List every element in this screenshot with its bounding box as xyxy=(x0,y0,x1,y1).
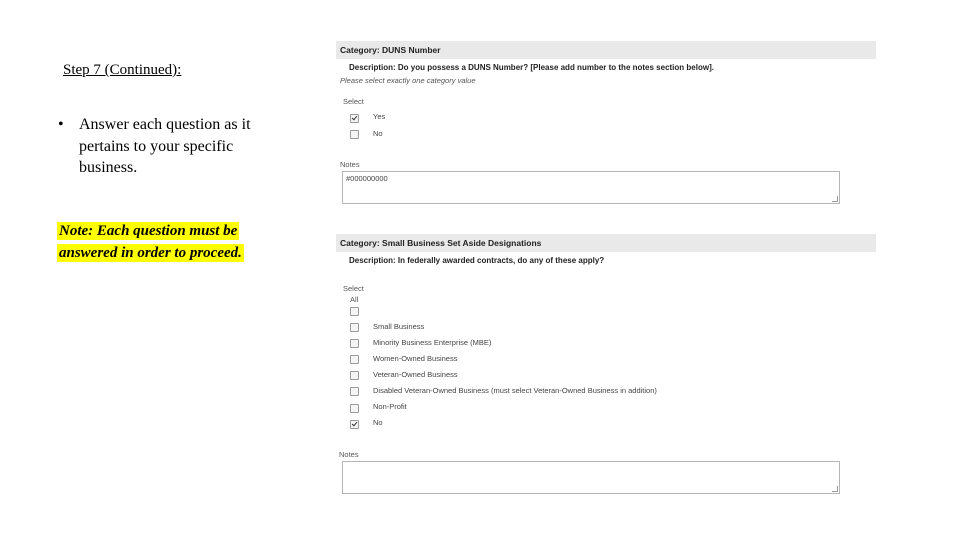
bullet-text: Answer each question as it pertains to y… xyxy=(79,116,251,176)
note-text: Note: Each question must be answered in … xyxy=(57,222,244,262)
sb-select-label: Select xyxy=(343,284,364,293)
duns-category-bar: Category: DUNS Number xyxy=(336,41,876,59)
bullet-marker: • xyxy=(58,116,64,133)
sb-non-profit-label: Non-Profit xyxy=(373,402,407,411)
duns-select-label: Select xyxy=(343,97,364,106)
duns-hint: Please select exactly one category value xyxy=(340,76,476,85)
duns-notes-label: Notes xyxy=(340,160,360,169)
sb-women-owned-label: Women-Owned Business xyxy=(373,354,458,363)
sb-small-business-checkbox[interactable] xyxy=(350,323,359,332)
sb-select-all-label: All xyxy=(350,295,359,304)
sb-women-owned-checkbox[interactable] xyxy=(350,355,359,364)
sb-disabled-veteran-label: Disabled Veteran-Owned Business (must se… xyxy=(373,386,657,395)
sb-disabled-veteran-checkbox[interactable] xyxy=(350,387,359,396)
duns-yes-checkbox[interactable] xyxy=(350,114,359,123)
duns-yes-label: Yes xyxy=(373,112,386,121)
resize-handle-icon[interactable] xyxy=(832,196,838,202)
duns-notes-field[interactable]: #000000000 xyxy=(342,171,840,204)
sb-description: Description: In federally awarded contra… xyxy=(349,256,605,265)
sb-veteran-owned-label: Veteran-Owned Business xyxy=(373,370,458,379)
sb-veteran-owned-checkbox[interactable] xyxy=(350,371,359,380)
step-title: Step 7 (Continued): xyxy=(63,62,182,78)
vendor-form-screenshot: Category: DUNS Number Description: Do yo… xyxy=(336,0,880,540)
sb-small-business-label: Small Business xyxy=(373,322,425,331)
duns-no-checkbox[interactable] xyxy=(350,130,359,139)
sb-select-all-checkbox[interactable] xyxy=(350,307,359,316)
sb-notes-field[interactable] xyxy=(342,461,840,494)
resize-handle-icon[interactable] xyxy=(832,486,838,492)
sb-mbe-checkbox[interactable] xyxy=(350,339,359,348)
duns-description: Description: Do you possess a DUNS Numbe… xyxy=(349,63,714,72)
sb-non-profit-checkbox[interactable] xyxy=(350,404,359,413)
duns-notes-value: #000000000 xyxy=(346,174,388,183)
duns-no-label: No xyxy=(373,129,383,138)
slide-instructions: Step 7 (Continued): • Answer each questi… xyxy=(0,0,300,540)
sb-mbe-label: Minority Business Enterprise (MBE) xyxy=(373,338,492,347)
sb-no-checkbox[interactable] xyxy=(350,420,359,429)
sb-no-label: No xyxy=(373,418,383,427)
sb-notes-label: Notes xyxy=(339,450,359,459)
note-callout: Note: Each question must be answered in … xyxy=(57,221,253,264)
sb-category-bar: Category: Small Business Set Aside Desig… xyxy=(336,234,876,252)
